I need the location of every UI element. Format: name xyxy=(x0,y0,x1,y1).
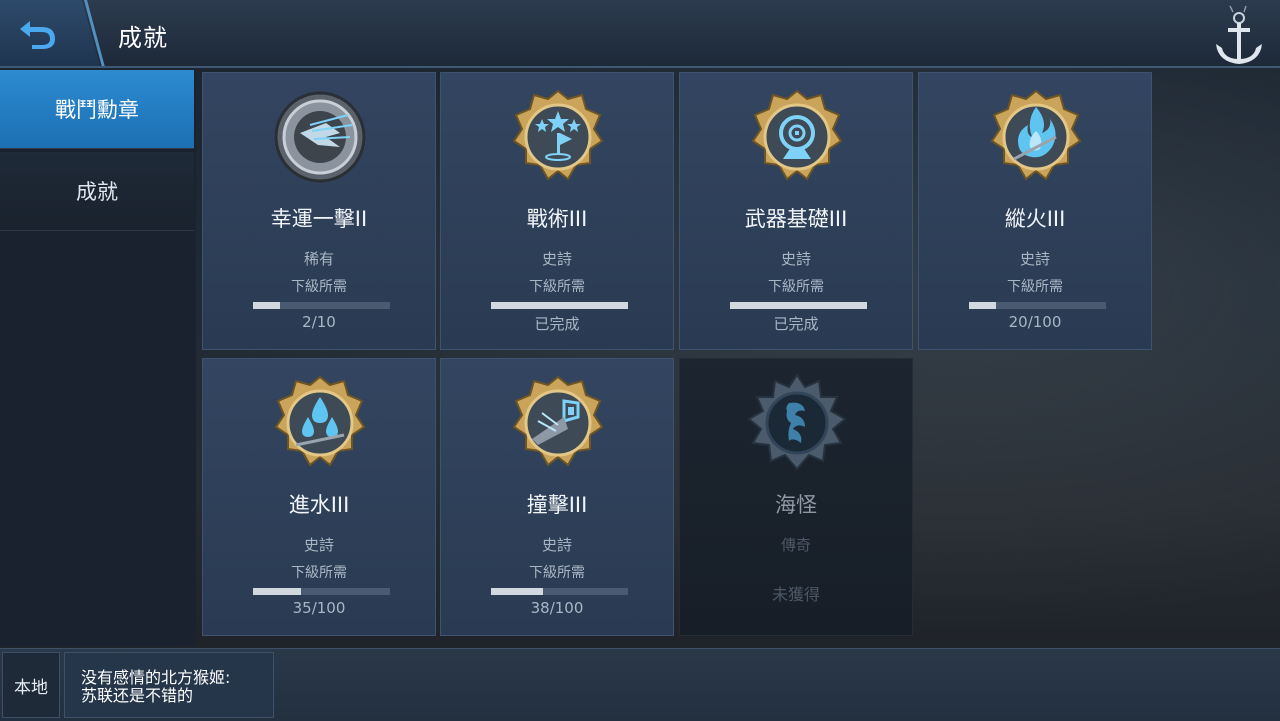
sidebar-item-label: 戰鬥勳章 xyxy=(55,98,139,122)
progress-text: 35/100 xyxy=(292,599,346,617)
medal-rarity: 史詩 xyxy=(1019,250,1050,268)
weapon-basics-medal-icon xyxy=(751,89,843,181)
requirement-label: 下級所需 xyxy=(768,279,824,295)
progress-text: 2/10 xyxy=(302,313,336,331)
top-bar: 成就 xyxy=(0,0,1280,68)
medal-name: 進水III xyxy=(288,493,350,517)
medal-card[interactable]: 進水III 史詩 下級所需 35/100 xyxy=(202,358,436,636)
medal-name: 海怪 xyxy=(775,493,817,517)
medal-name: 縱火III xyxy=(1004,207,1066,231)
progress-fill xyxy=(253,588,301,595)
medal-name: 幸運一擊II xyxy=(270,207,368,231)
progress-bar xyxy=(253,588,390,595)
progress-fill xyxy=(491,302,628,309)
medal-card[interactable]: 縱火III 史詩 下級所需 20/100 xyxy=(918,72,1152,350)
chat-message-line: 没有感情的北方猴姬: xyxy=(81,668,231,687)
medal-rarity: 史詩 xyxy=(303,536,334,554)
back-button[interactable] xyxy=(0,0,100,66)
medal-rarity: 史詩 xyxy=(780,250,811,268)
progress-text: 已完成 xyxy=(773,315,819,333)
chat-message-line: 苏联还是不错的 xyxy=(81,686,194,705)
medal-name: 武器基礎III xyxy=(744,207,848,231)
medal-rarity: 史詩 xyxy=(541,250,572,268)
requirement-label: 下級所需 xyxy=(291,565,347,581)
progress-fill xyxy=(491,588,544,595)
progress-bar xyxy=(491,302,628,309)
progress-bar xyxy=(730,302,867,309)
medal-card[interactable]: 幸運一擊II 稀有 下級所需 2/10 xyxy=(202,72,436,350)
progress-fill xyxy=(969,302,997,309)
chat-bar: 本地 没有感情的北方猴姬: 苏联还是不错的 xyxy=(0,648,1280,721)
medal-card[interactable]: 武器基礎III 史詩 下級所需 已完成 xyxy=(679,72,913,350)
medal-rarity: 傳奇 xyxy=(780,536,811,554)
medal-card-locked[interactable]: 海怪 傳奇 未獲得 xyxy=(679,358,913,636)
sidebar-item-battle-medals[interactable]: 戰鬥勳章 xyxy=(0,70,194,149)
medal-rarity: 稀有 xyxy=(303,250,334,268)
locked-status: 未獲得 xyxy=(771,585,820,604)
medal-card[interactable]: 戰術III 史詩 下級所需 已完成 xyxy=(440,72,674,350)
kraken-medal-icon xyxy=(747,373,847,471)
requirement-label: 下級所需 xyxy=(529,565,585,581)
medal-name: 戰術III xyxy=(526,207,588,231)
progress-text: 20/100 xyxy=(1008,313,1062,331)
sidebar: 戰鬥勳章 成就 xyxy=(0,70,196,646)
requirement-label: 下級所需 xyxy=(1007,279,1063,295)
anchor-icon xyxy=(1216,5,1262,64)
progress-bar xyxy=(253,302,390,309)
arson-medal-icon xyxy=(990,89,1082,181)
progress-fill xyxy=(730,302,867,309)
progress-bar xyxy=(491,588,628,595)
ramming-medal-icon xyxy=(512,375,604,467)
sidebar-item-label: 成就 xyxy=(76,180,118,204)
flooding-medal-icon xyxy=(274,375,366,467)
tactics-medal-icon xyxy=(512,89,604,181)
requirement-label: 下級所需 xyxy=(529,279,585,295)
medal-name: 撞擊III xyxy=(526,493,588,517)
progress-bar xyxy=(969,302,1106,309)
sidebar-item-achievements[interactable]: 成就 xyxy=(0,152,194,231)
requirement-label: 下級所需 xyxy=(291,279,347,295)
chat-message[interactable]: 没有感情的北方猴姬: 苏联还是不错的 xyxy=(64,652,274,718)
back-arrow-icon xyxy=(20,21,55,49)
medal-card[interactable]: 撞擊III 史詩 下級所需 38/100 xyxy=(440,358,674,636)
chat-channel-button[interactable]: 本地 xyxy=(2,652,60,718)
progress-fill xyxy=(253,302,281,309)
medal-rarity: 史詩 xyxy=(541,536,572,554)
page-title: 成就 xyxy=(118,24,168,52)
lucky-strike-medal-icon xyxy=(274,91,366,183)
progress-text: 已完成 xyxy=(534,315,580,333)
progress-text: 38/100 xyxy=(530,599,584,617)
